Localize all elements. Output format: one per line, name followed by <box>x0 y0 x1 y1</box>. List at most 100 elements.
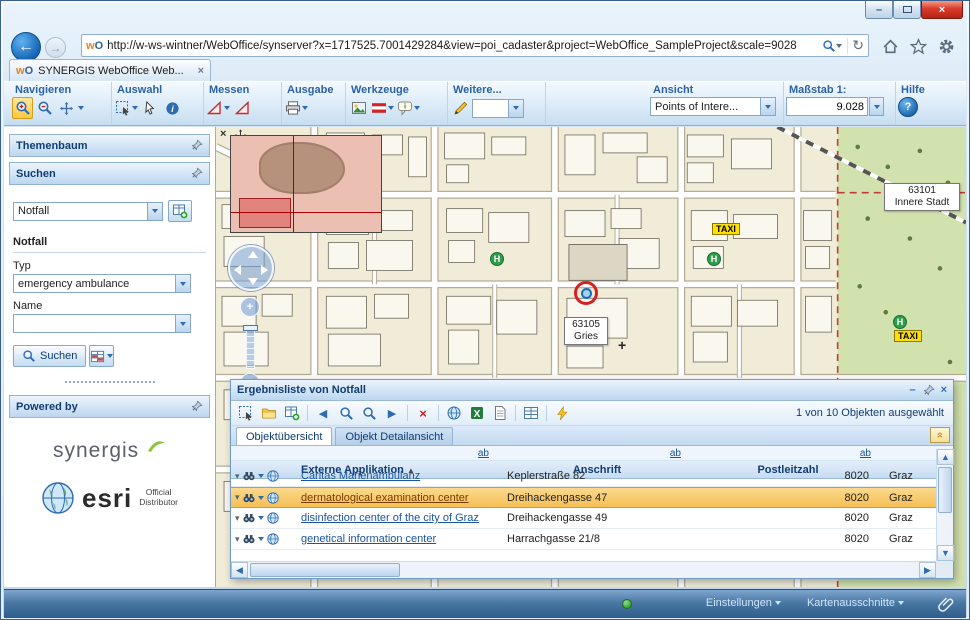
collapse-panel-button[interactable]: » <box>930 427 950 443</box>
overview-map[interactable] <box>230 135 382 233</box>
weitere-combobox[interactable] <box>472 99 524 118</box>
panel-header-powered-by[interactable]: Powered by <box>9 395 210 418</box>
forward-button[interactable]: → <box>45 37 66 58</box>
results-minimize-icon[interactable]: – <box>909 384 915 396</box>
horizontal-scrollbar[interactable]: ◀ ▶ <box>231 561 936 578</box>
back-button[interactable]: ← <box>11 32 41 62</box>
edit-tool-button[interactable] <box>450 97 471 119</box>
table-row[interactable]: ▾ disinfection center of the city of Gra… <box>231 508 936 529</box>
table-row-selected[interactable]: ▾ dermatological examination center Drei… <box>231 487 936 508</box>
row-dropdown-icon[interactable] <box>258 496 264 500</box>
zoom-to-row-icon[interactable] <box>266 532 280 546</box>
tab-objekt-detailansicht[interactable]: Objekt Detailansicht <box>335 427 453 445</box>
table-row[interactable]: ▾ Caritas Marienambulanz Keplerstraße 82… <box>231 466 936 487</box>
view-object-icon[interactable] <box>242 491 256 505</box>
image-tool-button[interactable] <box>348 97 369 119</box>
column-settings-button[interactable] <box>521 403 541 423</box>
address-bar[interactable]: wO http://w-ws-wintner/WebOffice/synserv… <box>81 34 869 57</box>
overview-close-icon[interactable]: × <box>220 128 226 140</box>
panel-header-themenbaum[interactable]: Themenbaum <box>9 134 210 157</box>
pin-icon[interactable] <box>190 400 203 413</box>
zoom-in-button[interactable] <box>12 97 33 119</box>
pan-down-arrow[interactable] <box>248 278 258 285</box>
pin-icon[interactable] <box>190 139 203 152</box>
previous-object-button[interactable]: ◀ <box>313 403 333 423</box>
map-extents-menu[interactable]: Kartenausschnitte <box>807 597 904 609</box>
settings-gear-icon[interactable] <box>935 35 957 57</box>
typ-select[interactable]: emergency ambulance <box>13 274 191 293</box>
sort-link-name[interactable]: ab <box>478 448 489 459</box>
scroll-up-button[interactable]: ▲ <box>937 449 954 465</box>
overview-extent-box[interactable] <box>239 198 291 228</box>
row-expand-icon[interactable]: ▾ <box>235 492 240 503</box>
measure-area-button[interactable] <box>232 97 253 119</box>
pan-control[interactable] <box>228 245 274 291</box>
help-button[interactable]: ? <box>898 97 918 117</box>
pan-left-arrow[interactable] <box>234 265 241 275</box>
vertical-scrollbar[interactable]: ▲ ▼ <box>936 449 953 561</box>
maximize-button[interactable] <box>893 1 921 19</box>
sort-link-address[interactable]: ab <box>670 448 681 459</box>
clear-selection-tool-button[interactable] <box>140 97 161 119</box>
name-select[interactable] <box>13 314 191 333</box>
zoom-in-map-button[interactable]: + <box>240 297 260 317</box>
zoom-slider-handle[interactable] <box>243 325 258 331</box>
url-text[interactable]: http://w-ws-wintner/WebOffice/synserver?… <box>107 40 817 52</box>
row-expand-icon[interactable]: ▾ <box>235 513 240 524</box>
austria-flag-icon[interactable] <box>370 97 395 119</box>
search-options-button[interactable] <box>89 345 114 367</box>
vertical-scroll-thumb[interactable] <box>938 467 952 513</box>
print-button[interactable] <box>284 97 309 119</box>
add-selection-button[interactable] <box>282 403 302 423</box>
report-button[interactable] <box>490 403 510 423</box>
object-link[interactable]: disinfection center of the city of Graz <box>301 512 479 524</box>
row-dropdown-icon[interactable] <box>258 474 264 478</box>
scale-dropdown-button[interactable] <box>869 97 884 116</box>
scroll-left-button[interactable]: ◀ <box>231 562 248 578</box>
search-button[interactable]: Suchen <box>13 345 86 367</box>
view-select[interactable]: Points of Intere... <box>650 97 776 116</box>
scroll-down-button[interactable]: ▼ <box>937 545 954 561</box>
object-link[interactable]: Caritas Marienambulanz <box>301 470 420 482</box>
row-dropdown-icon[interactable] <box>258 537 264 541</box>
tab-objektuebersicht[interactable]: Objektübersicht <box>236 427 332 445</box>
map-viewport[interactable]: × + − H H H TAXI TAXI 63101Innere Stadt <box>216 127 966 587</box>
filter-button[interactable] <box>552 403 572 423</box>
identify-info-button[interactable] <box>162 97 183 119</box>
selected-poi-marker[interactable] <box>574 281 598 305</box>
measure-distance-button[interactable] <box>206 97 231 119</box>
next-object-button[interactable]: ▶ <box>382 403 402 423</box>
search-config-button[interactable] <box>168 200 192 222</box>
settings-menu[interactable]: Einstellungen <box>706 597 781 609</box>
select-tool-button[interactable] <box>114 97 139 119</box>
navigieren-dropdown-icon[interactable] <box>78 106 84 110</box>
refresh-icon[interactable]: ↻ <box>852 37 864 54</box>
horizontal-scroll-thumb[interactable] <box>250 563 400 577</box>
attachment-icon[interactable] <box>938 596 954 615</box>
results-header[interactable]: Ergebnisliste von Notfall – × <box>231 380 953 401</box>
view-object-icon[interactable] <box>242 511 256 525</box>
scale-input[interactable] <box>786 97 868 116</box>
zoom-to-row-icon[interactable] <box>266 511 280 525</box>
object-link[interactable]: genetical information center <box>301 533 436 545</box>
clear-selection-button[interactable]: × <box>413 403 433 423</box>
tab-close-icon[interactable]: × <box>198 65 204 77</box>
table-row[interactable]: ▾ genetical information center Harrachga… <box>231 529 936 550</box>
favorites-star-icon[interactable] <box>907 35 929 57</box>
maptip-button[interactable] <box>396 97 421 119</box>
panel-resize-handle[interactable] <box>65 381 155 383</box>
select-mode-button[interactable] <box>236 403 256 423</box>
zoom-to-row-icon[interactable] <box>266 491 280 505</box>
view-object-icon[interactable] <box>242 532 256 546</box>
sort-link-zip[interactable]: ab <box>860 448 871 459</box>
search-topic-select[interactable]: Notfall <box>13 202 163 221</box>
close-button[interactable]: × <box>921 1 963 19</box>
object-link[interactable]: dermatological examination center <box>301 492 469 504</box>
panel-header-suchen[interactable]: Suchen <box>9 162 210 185</box>
hospital-marker[interactable]: H <box>707 252 721 266</box>
browser-tab[interactable]: wO SYNERGIS WebOffice Web... × <box>9 59 211 81</box>
row-expand-icon[interactable]: ▾ <box>235 471 240 482</box>
search-icon[interactable] <box>821 35 843 57</box>
pin-icon[interactable] <box>922 384 935 397</box>
title-bar[interactable] <box>1 1 969 31</box>
